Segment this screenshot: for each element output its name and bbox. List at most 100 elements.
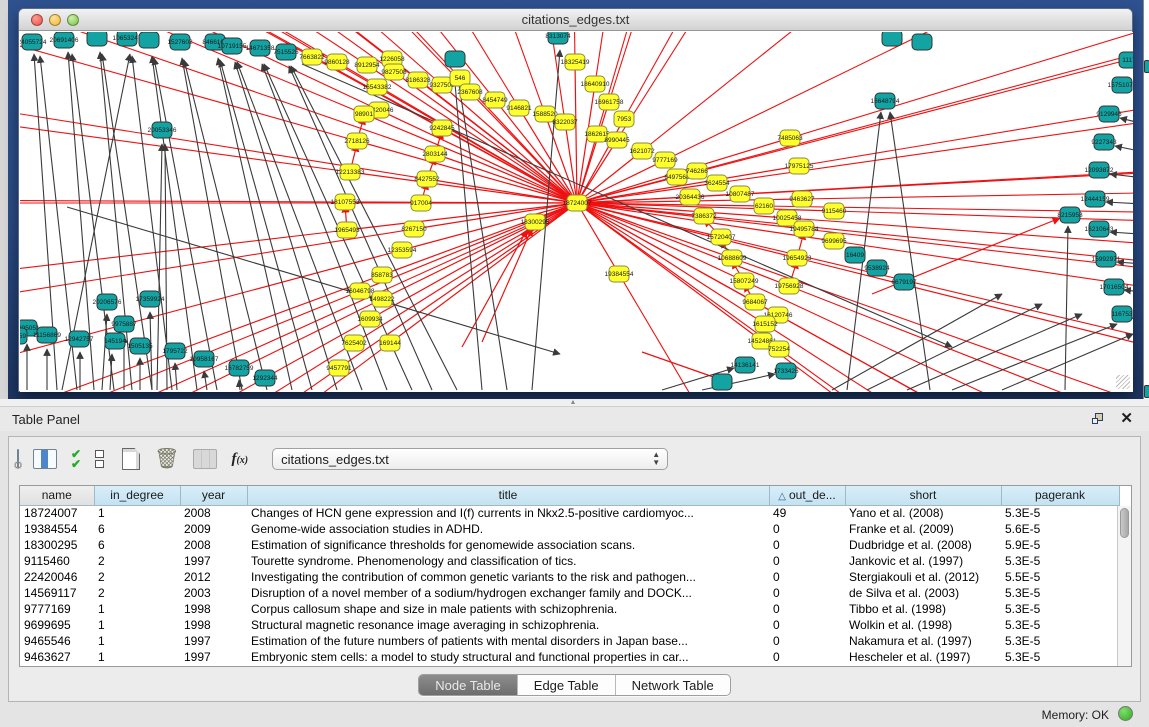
table-row[interactable]: 946362711997Embryonic stem cells: a mode…: [20, 649, 1119, 665]
table-cell[interactable]: Tourette syndrome. Phenomenology and cla…: [247, 553, 769, 569]
table-row[interactable]: 1456911722003Disruption of a novel membe…: [20, 585, 1119, 601]
graph-node[interactable]: 8186328: [405, 72, 431, 88]
graph-node[interactable]: 7953: [614, 111, 634, 127]
table-cell[interactable]: 1998: [180, 601, 247, 617]
table-cell[interactable]: 1: [94, 633, 180, 649]
table-cell[interactable]: 1: [94, 601, 180, 617]
delete-column-icon[interactable]: 🗑: [154, 449, 179, 469]
graph-node[interactable]: 2803144: [422, 146, 448, 162]
graph-node[interactable]: 9827508: [381, 64, 407, 80]
table-cell[interactable]: Changes of HCN gene expression and I(f) …: [247, 505, 769, 521]
column-header[interactable]: in_degree: [94, 486, 180, 505]
table-cell[interactable]: Investigating the contribution of common…: [247, 569, 769, 585]
table-cell[interactable]: Jankovic et al. (1997): [845, 553, 1001, 569]
graph-node[interactable]: 1733426: [773, 363, 799, 379]
table-cell[interactable]: 2003: [180, 585, 247, 601]
graph-node[interactable]: 752254: [768, 341, 790, 357]
graph-node[interactable]: [882, 32, 902, 46]
graph-node[interactable]: 7515526: [273, 44, 299, 60]
graph-node[interactable]: 116753: [1111, 306, 1133, 322]
show-column-icon[interactable]: [33, 449, 57, 469]
table-row[interactable]: 977716911998Corpus callosum shape and si…: [20, 601, 1119, 617]
graph-node[interactable]: [712, 374, 732, 390]
table-cell[interactable]: 19384554: [20, 521, 94, 537]
graph-node[interactable]: 1292344: [252, 370, 278, 386]
graph-node[interactable]: 8990445: [604, 132, 630, 148]
table-vertical-scrollbar[interactable]: [1117, 506, 1131, 667]
graph-node[interactable]: 39159: [20, 328, 27, 344]
graph-node[interactable]: 9860128: [324, 54, 350, 70]
table-cell[interactable]: 1: [94, 505, 180, 521]
table-cell[interactable]: 6: [94, 537, 180, 553]
graph-node[interactable]: 145194: [104, 333, 126, 349]
network-window[interactable]: citations_edges.txt 24055724206914061065…: [18, 8, 1133, 392]
graph-node[interactable]: 8267150: [401, 221, 427, 237]
graph-node[interactable]: 9777169: [652, 152, 678, 168]
scrollbar-thumb[interactable]: [1120, 508, 1129, 538]
table-cell[interactable]: Hescheler et al. (1997): [845, 649, 1001, 665]
citation-network-graph[interactable]: 2405572420691406106532471527602846616010…: [20, 32, 1133, 392]
column-header[interactable]: name: [20, 486, 94, 505]
table-row[interactable]: 946554611997Estimation of the future num…: [20, 633, 1119, 649]
table-cell[interactable]: 5.3E-5: [1001, 617, 1119, 633]
table-cell[interactable]: 0: [769, 537, 845, 553]
graph-node[interactable]: 8912954: [354, 57, 380, 73]
table-cell[interactable]: 6: [94, 521, 180, 537]
table-cell[interactable]: Disruption of a novel member of a sodium…: [247, 585, 769, 601]
graph-node[interactable]: 746266: [686, 163, 708, 179]
table-cell[interactable]: Estimation of significance thresholds fo…: [247, 537, 769, 553]
table-cell[interactable]: 1: [94, 617, 180, 633]
graph-node[interactable]: 98901: [354, 106, 374, 122]
table-cell[interactable]: 14569117: [20, 585, 94, 601]
table-cell[interactable]: Structural magnetic resonance image aver…: [247, 617, 769, 633]
table-row[interactable]: 911546021997Tourette syndrome. Phenomeno…: [20, 553, 1119, 569]
graph-node[interactable]: 9129946: [1096, 106, 1122, 122]
window-resize-grip[interactable]: [1116, 375, 1130, 389]
table-cell[interactable]: 2008: [180, 505, 247, 521]
table-cell[interactable]: 9463627: [20, 649, 94, 665]
table-cell[interactable]: Embryonic stem cells: a model to study s…: [247, 649, 769, 665]
divider-handle-icon[interactable]: ▲: [566, 400, 580, 406]
network-window-titlebar[interactable]: citations_edges.txt: [19, 9, 1132, 31]
graph-node[interactable]: 8313074: [545, 32, 571, 44]
table-cell[interactable]: 5.3E-5: [1001, 553, 1119, 569]
graph-node[interactable]: 9975887: [111, 316, 137, 332]
select-columns-icon[interactable]: ✔✔: [71, 449, 81, 469]
table-cell[interactable]: Nakamura et al. (1997): [845, 633, 1001, 649]
tab-node-table[interactable]: Node Table: [419, 675, 518, 695]
graph-node[interactable]: 8454749: [482, 92, 508, 108]
table-row[interactable]: 1872400712008Changes of HCN gene express…: [20, 505, 1119, 521]
column-header[interactable]: △out_de...: [769, 486, 845, 505]
table-cell[interactable]: 2: [94, 553, 180, 569]
table-cell[interactable]: 0: [769, 521, 845, 537]
table-cell[interactable]: 2: [94, 569, 180, 585]
close-panel-icon[interactable]: ✕: [1120, 411, 1133, 427]
table-cell[interactable]: 1997: [180, 553, 247, 569]
table-cell[interactable]: 5.6E-5: [1001, 521, 1119, 537]
column-header[interactable]: title: [247, 486, 769, 505]
table-cell[interactable]: Corpus callosum shape and size in male p…: [247, 601, 769, 617]
table-cell[interactable]: 2009: [180, 521, 247, 537]
table-cell[interactable]: 2008: [180, 537, 247, 553]
table-cell[interactable]: 1997: [180, 633, 247, 649]
graph-node[interactable]: 7663822: [299, 49, 325, 65]
table-cell[interactable]: 9115460: [20, 553, 94, 569]
table-row[interactable]: 969969511998Structural magnetic resonanc…: [20, 617, 1119, 633]
graph-node[interactable]: [139, 32, 159, 48]
graph-node[interactable]: 7625402: [341, 335, 367, 351]
graph-node[interactable]: 7485063: [777, 130, 803, 146]
graph-node[interactable]: [445, 51, 465, 67]
table-cell[interactable]: 2: [94, 585, 180, 601]
graph-node[interactable]: 1795722: [162, 343, 188, 359]
graph-node[interactable]: 9227343: [1091, 134, 1117, 150]
graph-node[interactable]: 8215958: [1057, 207, 1083, 223]
graph-node[interactable]: 1498222: [369, 291, 395, 307]
table-cell[interactable]: 1: [94, 649, 180, 665]
table-cell[interactable]: Wolkin et al. (1998): [845, 617, 1001, 633]
graph-node[interactable]: 1615152: [752, 316, 778, 332]
table-cell[interactable]: 0: [769, 633, 845, 649]
panel-divider[interactable]: ▲: [0, 399, 1149, 407]
table-cell[interactable]: 5.5E-5: [1001, 569, 1119, 585]
table-cell[interactable]: 0: [769, 553, 845, 569]
graph-node[interactable]: 6679197: [891, 274, 917, 290]
